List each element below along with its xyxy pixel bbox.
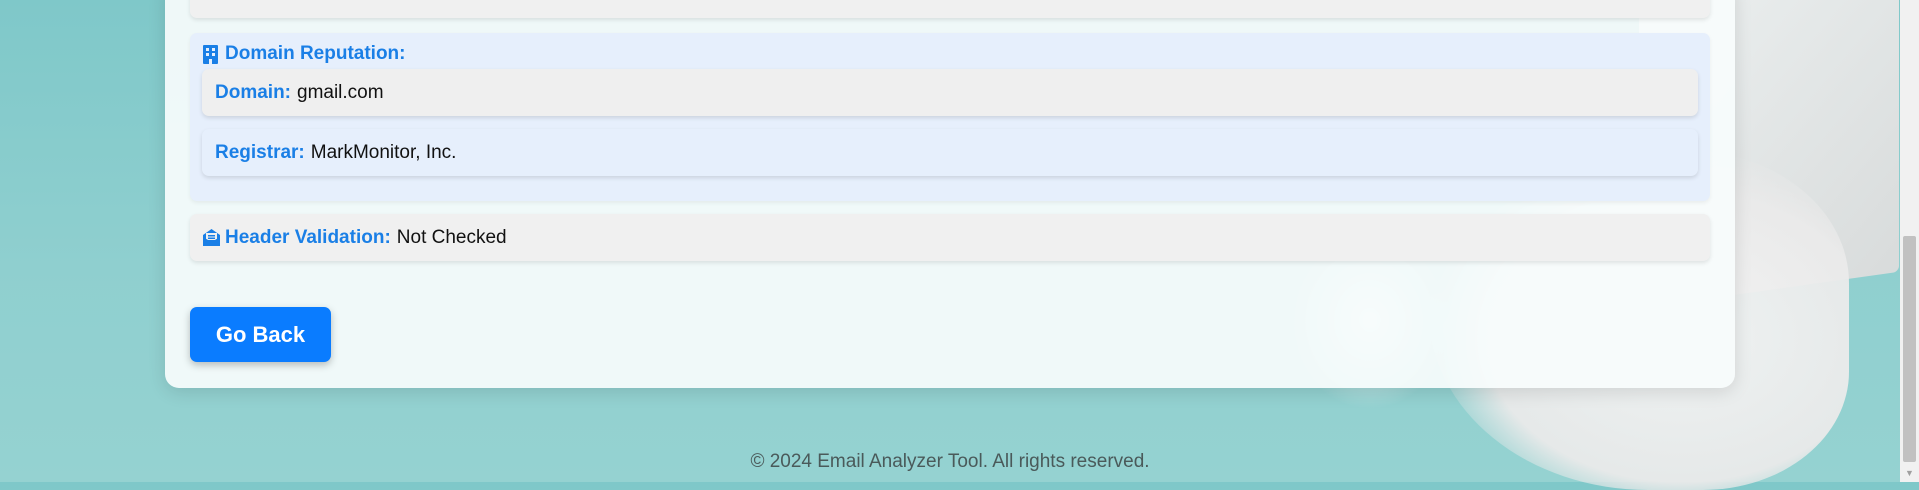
footer-copyright: © 2024 Email Analyzer Tool. All rights r… [750, 451, 1150, 472]
building-icon [202, 44, 219, 64]
domain-reputation-title: Domain Reputation: [202, 43, 406, 65]
header-validation-value: Not Checked [396, 226, 507, 248]
header-validation-label: Header Validation: [225, 226, 391, 248]
go-back-button[interactable]: Go Back [190, 307, 331, 362]
vertical-scrollbar[interactable]: ▼ [1900, 0, 1919, 482]
header-validation-row: Header Validation: Not Checked [190, 214, 1710, 261]
registrar-label: Registrar: [215, 141, 305, 163]
registrar-row: Registrar: MarkMonitor, Inc. [202, 129, 1698, 176]
domain-reputation-section: Domain Reputation: Domain: gmail.com Reg… [190, 33, 1710, 201]
scrollbar-thumb[interactable] [1903, 236, 1916, 462]
domain-row: Domain: gmail.com [202, 69, 1698, 116]
results-card: Domain Reputation: Domain: gmail.com Reg… [165, 0, 1735, 388]
domain-value: gmail.com [297, 81, 384, 103]
previous-result-item [190, 0, 1710, 18]
envelope-open-icon [202, 228, 220, 247]
registrar-value: MarkMonitor, Inc. [310, 141, 457, 163]
domain-reputation-title-text: Domain Reputation: [225, 43, 406, 64]
scroll-down-arrow-icon[interactable]: ▼ [1900, 465, 1919, 482]
domain-label: Domain: [215, 81, 291, 103]
